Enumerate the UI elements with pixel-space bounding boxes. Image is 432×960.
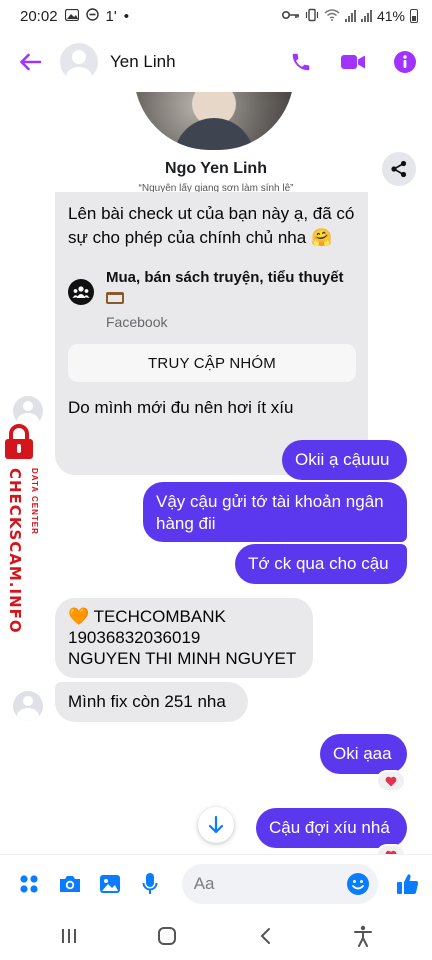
message-bubble-outgoing[interactable]: Vậy cậu gửi tớ tài khoản ngân hàng đii bbox=[143, 482, 407, 542]
signal-icon bbox=[344, 10, 356, 22]
like-button[interactable] bbox=[394, 869, 422, 899]
system-back-button[interactable] bbox=[245, 916, 285, 956]
message-input-wrapper[interactable] bbox=[181, 863, 378, 904]
video-camera-icon bbox=[341, 55, 365, 69]
recent-apps-button[interactable] bbox=[49, 916, 89, 956]
do-not-disturb-icon bbox=[85, 8, 99, 24]
vibrate-icon bbox=[305, 8, 319, 25]
wifi-icon bbox=[324, 8, 340, 24]
accessibility-button[interactable] bbox=[343, 916, 383, 956]
signal-icon-2 bbox=[360, 10, 372, 22]
book-icon bbox=[106, 292, 124, 305]
arrow-left-icon bbox=[20, 53, 41, 71]
share-button[interactable] bbox=[382, 152, 416, 186]
home-button[interactable] bbox=[147, 916, 187, 956]
camera-button[interactable] bbox=[56, 870, 82, 898]
message-bubble-outgoing[interactable]: Oki ạaa bbox=[320, 734, 407, 774]
message-input[interactable] bbox=[193, 873, 334, 894]
microphone-icon bbox=[142, 872, 158, 894]
gallery-notification-icon bbox=[64, 8, 79, 24]
chat-thread[interactable]: Ngo Yen Linh “Nguyên lấy giang sơn làm s… bbox=[0, 92, 432, 854]
key-icon bbox=[281, 9, 300, 23]
image-icon bbox=[100, 874, 121, 893]
video-call-button[interactable] bbox=[340, 49, 366, 75]
message-bubble-outgoing[interactable]: Tớ ck qua cho cậu bbox=[235, 544, 407, 584]
voice-call-button[interactable] bbox=[288, 49, 314, 75]
bank-name: 🧡 TECHCOMBANK bbox=[68, 607, 226, 626]
contact-avatar-small[interactable] bbox=[13, 691, 43, 721]
checkscam-watermark: CHECKSCAM.INFO DATA CENTER bbox=[0, 424, 50, 634]
contact-avatar-small[interactable] bbox=[13, 396, 43, 426]
scroll-to-bottom-button[interactable] bbox=[198, 807, 234, 843]
chat-header: Yen Linh bbox=[0, 32, 432, 92]
visit-group-button[interactable]: TRUY CẬP NHÓM bbox=[68, 344, 356, 382]
accessibility-icon bbox=[354, 925, 372, 947]
arrow-down-icon bbox=[208, 816, 224, 834]
message-composer bbox=[0, 854, 432, 912]
more-actions-button[interactable] bbox=[16, 870, 42, 898]
group-source: Facebook bbox=[106, 314, 168, 330]
info-icon bbox=[394, 51, 416, 73]
group-icon bbox=[68, 279, 94, 305]
home-icon bbox=[158, 927, 176, 945]
emoji-icon[interactable] bbox=[346, 872, 370, 896]
battery-percent: 41% bbox=[376, 8, 405, 24]
group-link[interactable]: Mua, bán sách truyện, tiểu thuyết Facebo… bbox=[68, 268, 355, 330]
group-name: Mua, bán sách truyện, tiểu thuyết bbox=[106, 269, 344, 286]
system-navigation-bar bbox=[0, 912, 432, 960]
heart-reaction[interactable] bbox=[376, 770, 406, 792]
info-button[interactable] bbox=[392, 49, 418, 75]
bank-account-holder: NGUYEN THI MINH NGUYET bbox=[68, 649, 297, 668]
status-indicator-1: 1' bbox=[105, 7, 117, 25]
status-indicator-2: • bbox=[123, 7, 130, 25]
contact-name[interactable]: Yen Linh bbox=[110, 52, 176, 72]
message-bubble-outgoing[interactable]: Cậu đợi xíu nhá bbox=[256, 808, 407, 848]
message-bubble-incoming[interactable]: Do mình mới đu nên hơi ít xíu bbox=[55, 388, 315, 428]
bank-account-number: 19036832036019 bbox=[68, 628, 201, 647]
status-time: 20:02 bbox=[20, 7, 58, 25]
shared-profile-name: Ngo Yen Linh bbox=[165, 160, 267, 177]
heart-reaction[interactable] bbox=[376, 844, 406, 854]
battery-icon bbox=[410, 9, 418, 23]
status-bar: 20:02 1' • 41% bbox=[0, 0, 432, 32]
lock-icon bbox=[5, 424, 33, 459]
shared-profile-photo bbox=[134, 92, 294, 150]
phone-icon bbox=[292, 53, 310, 71]
share-icon bbox=[391, 160, 407, 178]
recent-apps-icon bbox=[62, 929, 76, 943]
voice-message-button[interactable] bbox=[137, 870, 163, 898]
shared-post-card[interactable]: Lên bài check ut của bạn này ạ, đã có sự… bbox=[55, 192, 368, 475]
contact-avatar[interactable] bbox=[60, 43, 98, 81]
grid-dots-icon bbox=[20, 874, 38, 893]
gallery-button[interactable] bbox=[97, 870, 123, 898]
watermark-title: CHECKSCAM.INFO bbox=[6, 468, 24, 634]
watermark-subtitle: DATA CENTER bbox=[30, 468, 39, 535]
heart-icon bbox=[385, 776, 397, 786]
message-bubble-incoming[interactable]: Mình fix còn 251 nha bbox=[55, 682, 248, 722]
message-bubble-outgoing[interactable]: Okii ạ cậuuu bbox=[282, 440, 407, 480]
camera-icon bbox=[59, 875, 80, 892]
chevron-left-icon bbox=[260, 928, 270, 944]
message-bubble-incoming-bank[interactable]: 🧡 TECHCOMBANK 19036832036019 NGUYEN THI … bbox=[55, 598, 313, 678]
thumbs-up-icon bbox=[396, 873, 418, 894]
shared-post-text: Lên bài check ut của bạn này ạ, đã có sự… bbox=[68, 204, 355, 247]
back-button[interactable] bbox=[16, 48, 44, 76]
